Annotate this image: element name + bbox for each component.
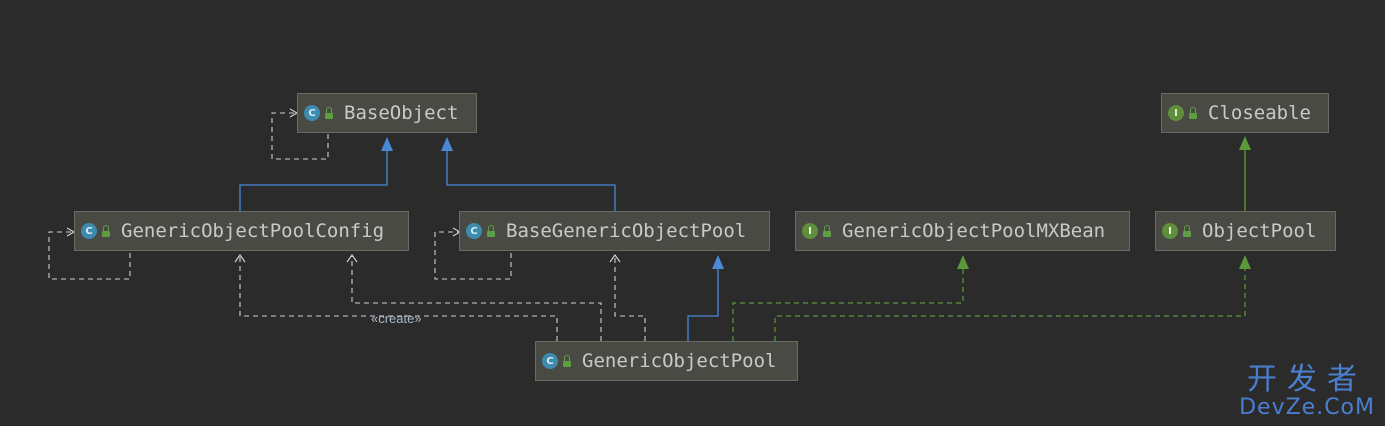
lock-icon (1182, 225, 1192, 237)
node-label: Closeable (1208, 102, 1311, 124)
lock-icon (822, 225, 832, 237)
lock-icon (324, 107, 334, 119)
extends-edge-pool-basepool (687, 268, 719, 341)
implements-arrowhead-closeable (1239, 136, 1251, 150)
class-node-genericobjectpool[interactable]: C GenericObjectPool (535, 341, 798, 381)
interface-icon: I (802, 223, 818, 239)
realizes-arrowhead-objectpool (1239, 255, 1251, 269)
class-node-baseobject[interactable]: C BaseObject (297, 93, 477, 133)
realizes-edge-pool-mxbean (732, 268, 964, 341)
lock-icon (101, 225, 111, 237)
lock-icon (1188, 107, 1198, 119)
class-node-basegenericobjectpool[interactable]: C BaseGenericObjectPool (459, 211, 770, 251)
interface-node-closeable[interactable]: I Closeable (1161, 93, 1329, 133)
class-icon: C (466, 223, 482, 239)
watermark-cn: 开发者 (1247, 362, 1368, 397)
extends-edge-basepool-baseobject (446, 150, 616, 211)
realizes-arrowhead-mxbean (957, 255, 969, 269)
node-label: GenericObjectPoolMXBean (842, 220, 1106, 242)
class-icon: C (542, 353, 558, 369)
interface-node-genericobjectpoolmxbean[interactable]: I GenericObjectPoolMXBean (795, 211, 1130, 251)
realizes-edge-pool-objectpool (774, 268, 1246, 341)
node-label: ObjectPool (1202, 220, 1317, 242)
node-label: BaseGenericObjectPool (506, 220, 747, 242)
watermark-en: DevZe.CoM (1239, 395, 1375, 420)
lock-icon (486, 225, 496, 237)
node-label: BaseObject (344, 102, 459, 124)
lock-icon (562, 355, 572, 367)
interface-icon: I (1168, 105, 1184, 121)
extends-arrowhead-pool (712, 255, 724, 269)
create-stereotype-label: «create» (371, 311, 422, 326)
interface-icon: I (1162, 223, 1178, 239)
class-node-genericobjectpoolconfig[interactable]: C GenericObjectPoolConfig (74, 211, 409, 251)
class-icon: C (81, 223, 97, 239)
node-label: GenericObjectPoolConfig (121, 220, 385, 242)
extends-arrowhead-basepool (441, 137, 453, 151)
interface-node-objectpool[interactable]: I ObjectPool (1155, 211, 1336, 251)
class-icon: C (304, 105, 320, 121)
node-label: GenericObjectPool (582, 350, 777, 372)
watermark-logo: 开发者 DevZe.CoM (1239, 364, 1375, 420)
extends-arrowhead-config (381, 137, 393, 151)
